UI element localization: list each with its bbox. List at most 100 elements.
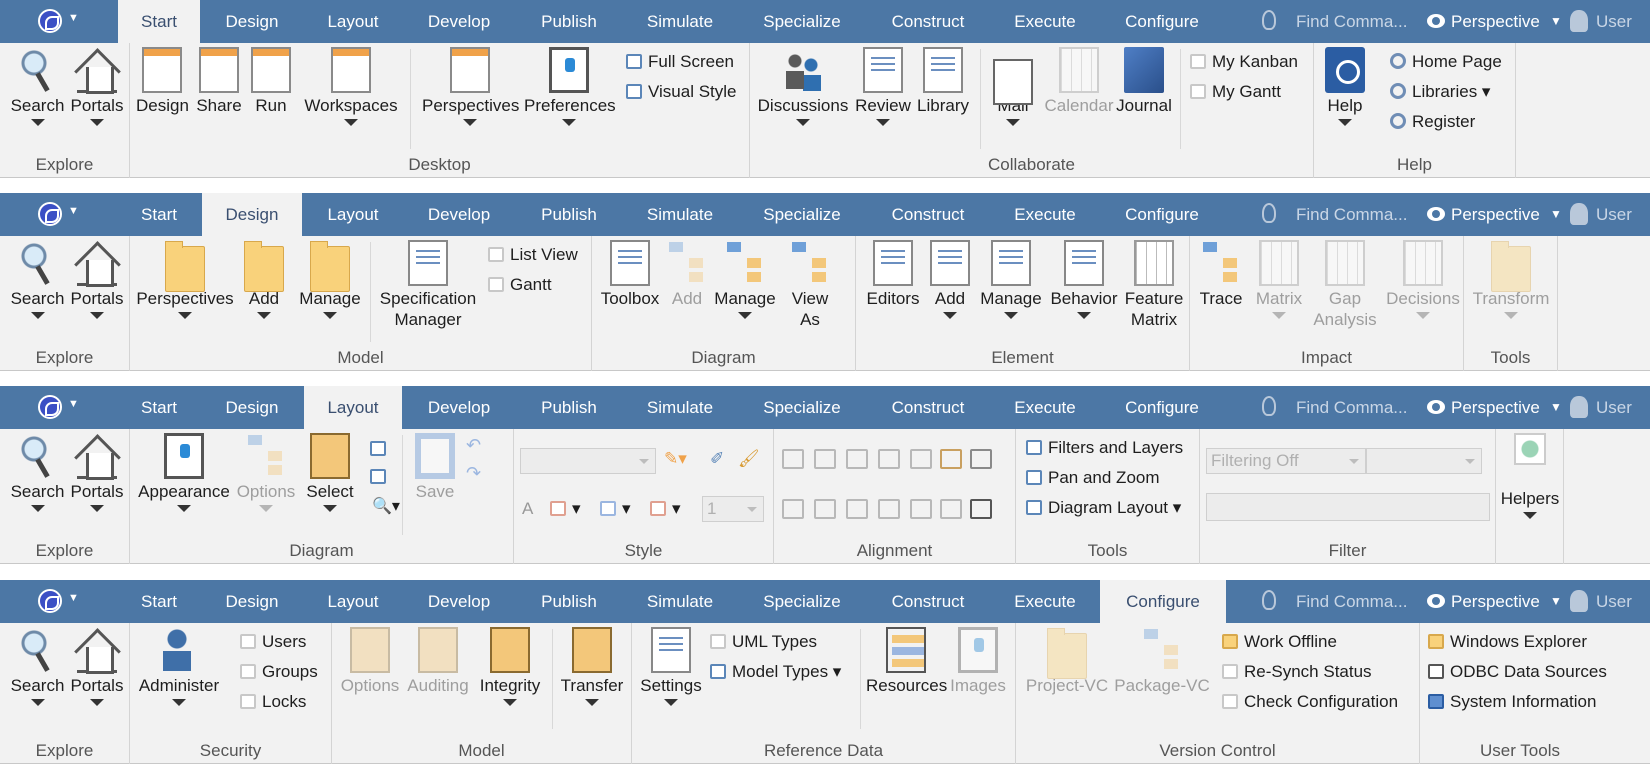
app-logo-icon[interactable] bbox=[38, 9, 62, 33]
perspective-menu[interactable]: Perspective bbox=[1451, 386, 1540, 429]
preferences-button[interactable]: Preferences bbox=[524, 47, 616, 126]
portals-button[interactable]: Portals bbox=[68, 240, 126, 319]
tab-start[interactable]: Start bbox=[118, 0, 200, 43]
re-synch-status-button[interactable]: Re-Synch Status bbox=[1222, 660, 1372, 684]
locks-button[interactable]: Locks bbox=[240, 690, 306, 714]
odbc-data-sources-button[interactable]: ODBC Data Sources bbox=[1428, 660, 1607, 684]
perspectives-button[interactable]: Perspectives bbox=[422, 47, 519, 126]
properties-toggle-button[interactable] bbox=[370, 465, 392, 489]
system-information-button[interactable]: System Information bbox=[1428, 690, 1596, 714]
pan-and-zoom-button[interactable]: Pan and Zoom bbox=[1026, 466, 1160, 490]
tab-construct[interactable]: Construct bbox=[876, 193, 980, 236]
tab-specialize[interactable]: Specialize bbox=[748, 386, 856, 429]
project-vc-button[interactable]: Project-VC bbox=[1022, 627, 1112, 696]
chevron-down-icon[interactable]: ▼ bbox=[68, 12, 79, 24]
brush-icon[interactable]: 🖌 bbox=[738, 447, 760, 471]
package-vc-button[interactable]: Package-VC bbox=[1114, 627, 1210, 696]
appearance-button[interactable]: Appearance bbox=[136, 433, 232, 512]
tab-layout[interactable]: Layout bbox=[312, 193, 394, 236]
gap-analysis-button[interactable]: Gap Analysis bbox=[1310, 240, 1380, 330]
feature-matrix-button[interactable]: Feature Matrix bbox=[1122, 240, 1186, 330]
visual-style-button[interactable]: Visual Style bbox=[626, 80, 737, 104]
search-button[interactable]: Search bbox=[10, 433, 65, 512]
tab-develop[interactable]: Develop bbox=[414, 580, 504, 623]
tab-specialize[interactable]: Specialize bbox=[748, 193, 856, 236]
tab-execute[interactable]: Execute bbox=[1000, 580, 1090, 623]
tab-design[interactable]: Design bbox=[202, 193, 302, 236]
tab-construct[interactable]: Construct bbox=[876, 580, 980, 623]
distribute-bottom-icon[interactable] bbox=[878, 499, 900, 519]
save-button[interactable]: Save bbox=[412, 433, 458, 502]
pick-style-icon[interactable]: ✐ bbox=[710, 447, 724, 471]
user-menu[interactable]: User bbox=[1596, 193, 1632, 236]
tab-design[interactable]: Design bbox=[210, 580, 294, 623]
journal-button[interactable]: Journal bbox=[1112, 47, 1176, 116]
settings-button[interactable]: Settings bbox=[636, 627, 706, 706]
libraries-button[interactable]: Libraries ▾ bbox=[1390, 80, 1490, 104]
diagram-layout-button[interactable]: Diagram Layout ▾ bbox=[1026, 496, 1181, 520]
perspective-menu[interactable]: Perspective bbox=[1451, 580, 1540, 623]
app-logo-icon[interactable] bbox=[38, 395, 62, 419]
auditing-button[interactable]: Auditing bbox=[404, 627, 472, 696]
tab-design[interactable]: Design bbox=[210, 386, 294, 429]
tab-execute[interactable]: Execute bbox=[1000, 193, 1090, 236]
tab-configure[interactable]: Configure bbox=[1110, 193, 1214, 236]
align-bottom-icon[interactable] bbox=[910, 449, 932, 469]
library-button[interactable]: Library bbox=[914, 47, 972, 116]
model-types-button[interactable]: Model Types ▾ bbox=[710, 660, 841, 684]
tab-start[interactable]: Start bbox=[118, 580, 200, 623]
portals-button[interactable]: Portals bbox=[68, 627, 126, 706]
manage-element-button[interactable]: Manage bbox=[978, 240, 1044, 319]
tab-publish[interactable]: Publish bbox=[524, 193, 614, 236]
users-button[interactable]: Users bbox=[240, 630, 306, 654]
tab-execute[interactable]: Execute bbox=[1000, 0, 1090, 43]
tab-layout[interactable]: Layout bbox=[312, 580, 394, 623]
space-horizontal-icon[interactable] bbox=[782, 499, 804, 519]
chevron-down-icon[interactable]: ▼ bbox=[68, 398, 79, 410]
mail-button[interactable]: Mail bbox=[988, 47, 1038, 126]
administer-button[interactable]: Administer bbox=[136, 627, 222, 706]
find-command-box[interactable]: Find Comma... bbox=[1296, 580, 1407, 623]
help-button[interactable]: Help bbox=[1320, 47, 1370, 126]
format-painter-icon[interactable]: ✎▾ bbox=[664, 447, 687, 471]
perspective-menu[interactable]: Perspective bbox=[1451, 193, 1540, 236]
calendar-button[interactable]: Calendar bbox=[1042, 47, 1116, 116]
tab-develop[interactable]: Develop bbox=[414, 0, 504, 43]
decisions-button[interactable]: Decisions bbox=[1384, 240, 1462, 319]
uml-types-button[interactable]: UML Types bbox=[710, 630, 817, 654]
specification-manager-button[interactable]: Specification Manager bbox=[376, 240, 480, 330]
send-backward-icon[interactable] bbox=[970, 449, 992, 469]
filtering-combo[interactable]: Filtering Off bbox=[1206, 448, 1366, 474]
tab-simulate[interactable]: Simulate bbox=[632, 0, 728, 43]
line-color-button[interactable]: ▾ bbox=[650, 497, 681, 521]
trace-button[interactable]: Trace bbox=[1196, 240, 1246, 309]
add-diagram-button[interactable]: Add bbox=[666, 240, 708, 309]
resources-button[interactable]: Resources bbox=[866, 627, 947, 696]
same-width-icon[interactable] bbox=[910, 499, 932, 519]
tab-configure[interactable]: Configure bbox=[1110, 0, 1214, 43]
font-icon[interactable]: A bbox=[522, 497, 533, 521]
gantt-button[interactable]: Gantt bbox=[488, 273, 552, 297]
home-page-button[interactable]: Home Page bbox=[1390, 50, 1502, 74]
check-configuration-button[interactable]: Check Configuration bbox=[1222, 690, 1398, 714]
tab-configure[interactable]: Configure bbox=[1100, 580, 1226, 623]
chevron-down-icon[interactable]: ▼ bbox=[68, 205, 79, 217]
user-menu[interactable]: User bbox=[1596, 386, 1632, 429]
tab-specialize[interactable]: Specialize bbox=[748, 0, 856, 43]
work-offline-button[interactable]: Work Offline bbox=[1222, 630, 1337, 654]
windows-explorer-button[interactable]: Windows Explorer bbox=[1428, 630, 1587, 654]
filter-text-field[interactable] bbox=[1206, 493, 1490, 521]
transfer-button[interactable]: Transfer bbox=[558, 627, 626, 706]
tab-start[interactable]: Start bbox=[118, 386, 200, 429]
portals-button[interactable]: Portals bbox=[68, 47, 126, 126]
perspective-menu[interactable]: Perspective bbox=[1451, 0, 1540, 43]
tab-execute[interactable]: Execute bbox=[1000, 386, 1090, 429]
tab-simulate[interactable]: Simulate bbox=[632, 386, 728, 429]
style-combo[interactable] bbox=[520, 448, 656, 474]
tab-develop[interactable]: Develop bbox=[414, 193, 504, 236]
find-command-box[interactable]: Find Comma... bbox=[1296, 386, 1407, 429]
run-button[interactable]: Run bbox=[250, 47, 292, 116]
app-logo-icon[interactable] bbox=[38, 202, 62, 226]
view-as-button[interactable]: View As bbox=[786, 240, 834, 330]
distribute-top-icon[interactable] bbox=[846, 499, 868, 519]
